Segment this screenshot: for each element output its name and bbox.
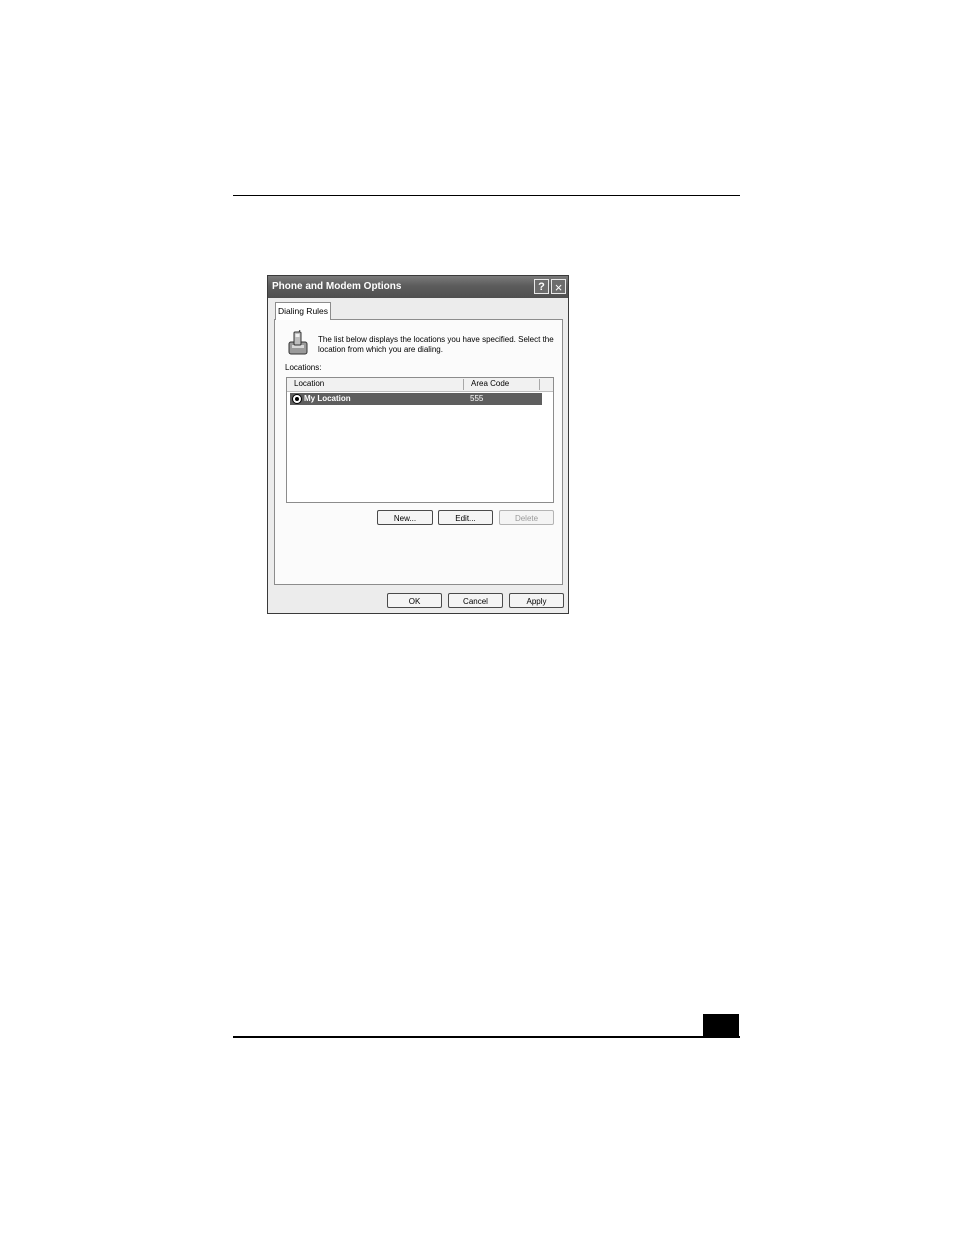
column-header-area-code[interactable]: Area Code bbox=[471, 379, 509, 388]
column-divider[interactable] bbox=[463, 379, 464, 390]
window-title: Phone and Modem Options bbox=[272, 281, 402, 292]
location-name: My Location bbox=[304, 394, 351, 403]
current-location-icon bbox=[292, 394, 302, 404]
column-divider[interactable] bbox=[539, 379, 540, 390]
list-header: Location Area Code bbox=[287, 378, 553, 392]
locations-list[interactable]: Location Area Code My Location 555 bbox=[286, 377, 554, 503]
dialing-rules-panel: The list below displays the locations yo… bbox=[274, 319, 563, 585]
page-top-rule bbox=[233, 195, 740, 196]
ok-button[interactable]: OK bbox=[387, 593, 442, 608]
phone-and-modem-options-dialog: Phone and Modem Options ? × Dialing Rule… bbox=[267, 275, 569, 614]
edit-button[interactable]: Edit... bbox=[438, 510, 493, 525]
page-bottom-rule bbox=[233, 1036, 740, 1038]
page-number-box bbox=[703, 1014, 739, 1036]
title-bar[interactable]: Phone and Modem Options ? × bbox=[268, 276, 568, 298]
phone-icon bbox=[288, 330, 308, 355]
help-button[interactable]: ? bbox=[534, 279, 549, 294]
column-header-location[interactable]: Location bbox=[294, 379, 324, 388]
apply-button[interactable]: Apply bbox=[509, 593, 564, 608]
close-button[interactable]: × bbox=[551, 279, 566, 295]
area-code-value: 555 bbox=[470, 394, 484, 403]
tab-dialing-rules[interactable]: Dialing Rules bbox=[275, 302, 331, 320]
delete-button[interactable]: Delete bbox=[499, 510, 554, 525]
new-button[interactable]: New... bbox=[377, 510, 433, 525]
description-text: The list below displays the locations yo… bbox=[318, 335, 554, 354]
cancel-button[interactable]: Cancel bbox=[448, 593, 503, 608]
table-row[interactable]: My Location 555 bbox=[290, 393, 542, 405]
locations-label: Locations: bbox=[285, 363, 322, 372]
